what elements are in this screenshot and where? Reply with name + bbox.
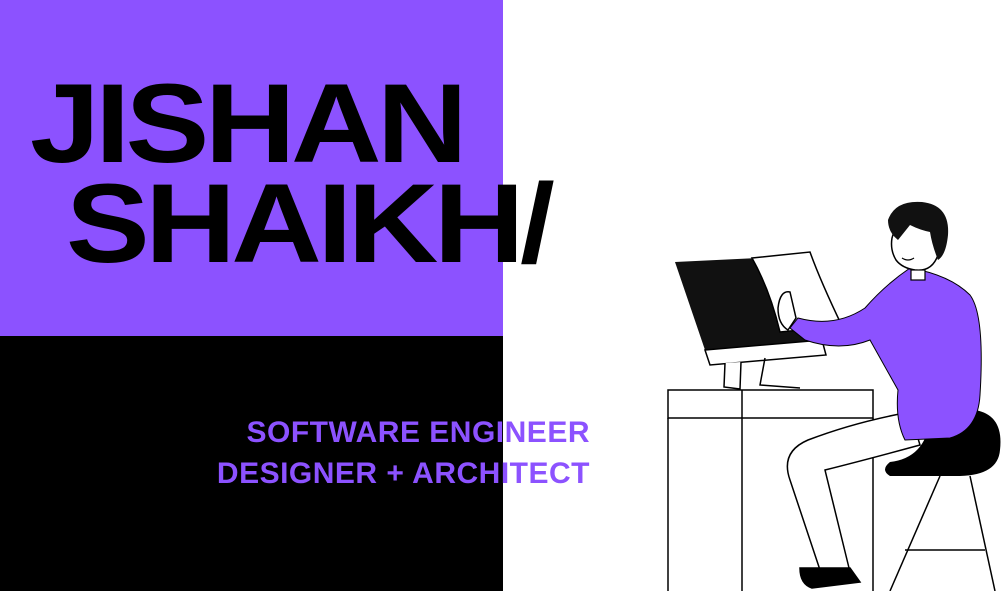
last-name: SHAIKH/ xyxy=(66,161,555,286)
hero-banner: JISHAN SHAIKH/ SOFTWARE ENGINEER DESIGNE… xyxy=(0,0,1004,591)
legs-icon xyxy=(786,411,921,589)
tagline-role: SOFTWARE ENGINEER xyxy=(246,416,590,449)
person-at-computer-icon xyxy=(667,201,1001,591)
tagline-skills: DESIGNER + ARCHITECT xyxy=(216,457,590,490)
head-icon xyxy=(888,201,949,281)
